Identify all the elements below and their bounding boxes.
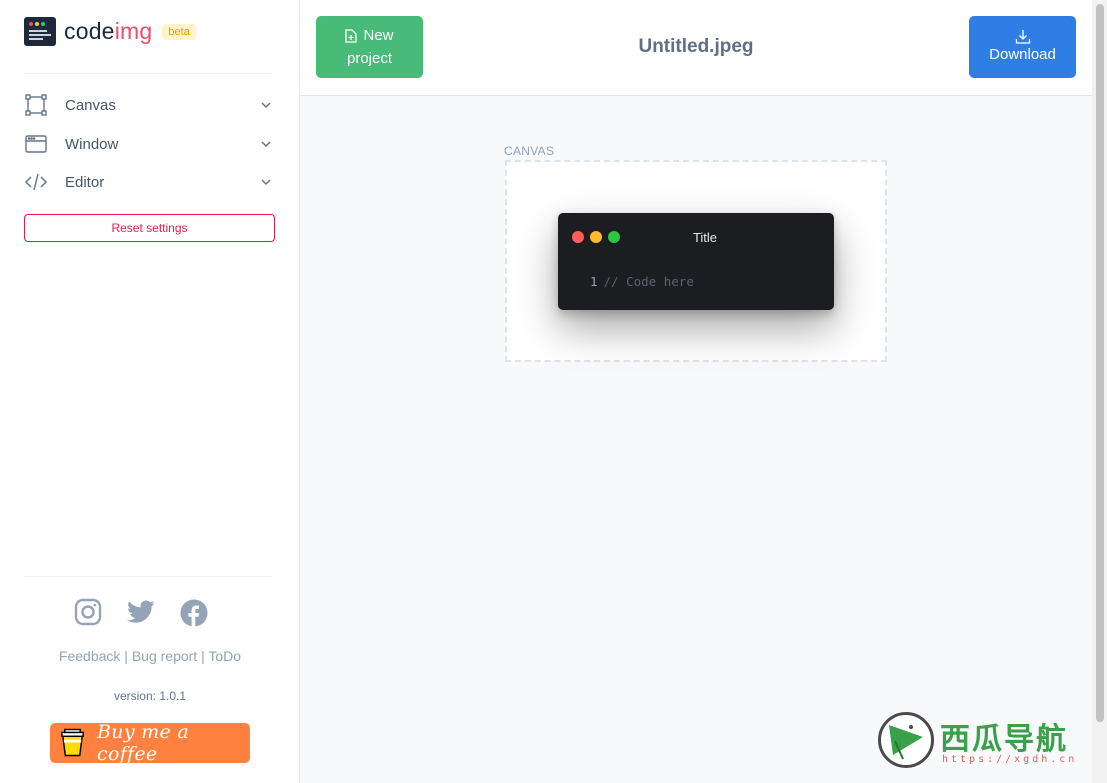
filename-title[interactable]: Untitled.jpeg xyxy=(538,36,854,58)
coffee-label: Buy me a coffee xyxy=(97,721,190,765)
sidebar-divider xyxy=(24,73,272,74)
facebook-icon[interactable] xyxy=(180,598,208,627)
watermark-logo-icon xyxy=(878,712,934,768)
top-toolbar: New project Untitled.jpeg Download xyxy=(300,0,1092,96)
feedback-link[interactable]: Feedback xyxy=(59,648,120,664)
logo-text-main: code xyxy=(64,18,115,44)
code-icon xyxy=(24,170,48,194)
sidebar-item-canvas[interactable]: Canvas xyxy=(24,90,276,120)
watermark-url: https://xgdh.cn xyxy=(942,754,1078,765)
logo-text: codeimg xyxy=(64,18,152,45)
chevron-down-icon xyxy=(261,179,271,186)
window-title[interactable]: Title xyxy=(558,230,852,245)
new-project-button[interactable]: New project xyxy=(316,16,423,78)
bug-report-link[interactable]: Bug report xyxy=(132,648,197,664)
footer-links: Feedback | Bug report | ToDo xyxy=(0,648,300,664)
link-separator: | xyxy=(120,648,132,664)
download-icon xyxy=(1015,30,1030,44)
app-logo[interactable]: codeimg beta xyxy=(24,17,196,46)
scrollbar-thumb[interactable] xyxy=(1096,4,1104,722)
logo-icon xyxy=(24,17,56,46)
sidebar-item-window[interactable]: Window xyxy=(24,129,276,159)
link-separator: | xyxy=(197,648,209,664)
download-label: Download xyxy=(989,46,1056,63)
todo-link[interactable]: ToDo xyxy=(208,648,241,664)
logo-text-accent: img xyxy=(114,18,153,44)
chevron-down-icon xyxy=(261,141,271,148)
window-icon xyxy=(24,132,48,156)
line-number: 1 xyxy=(590,274,598,289)
instagram-icon[interactable] xyxy=(74,598,102,626)
sidebar: codeimg beta Canvas Window Editor Reset … xyxy=(0,0,300,783)
download-button[interactable]: Download xyxy=(969,16,1076,78)
buy-me-a-coffee-button[interactable]: Buy me a coffee xyxy=(50,721,250,765)
chevron-down-icon xyxy=(261,102,271,109)
watermark: 西瓜导航 https://xgdh.cn xyxy=(878,712,1088,772)
beta-badge: beta xyxy=(162,23,196,40)
sidebar-item-label: Window xyxy=(65,135,119,153)
version-text: version: 1.0.1 xyxy=(113,689,187,703)
code-editor[interactable]: 1 // Code here xyxy=(590,274,694,289)
social-links xyxy=(74,598,208,627)
watermark-text: 西瓜导航 xyxy=(940,723,1068,756)
sidebar-item-editor[interactable]: Editor xyxy=(24,167,276,197)
new-file-icon: New xyxy=(345,24,394,47)
sidebar-item-label: Canvas xyxy=(65,96,116,114)
canvas-label: CANVAS xyxy=(504,144,555,158)
new-project-label-2: project xyxy=(346,50,393,67)
sidebar-item-label: Editor xyxy=(65,173,105,191)
code-window[interactable]: Title 1// Code here xyxy=(558,213,834,310)
page-scrollbar[interactable] xyxy=(1092,0,1107,783)
canvas-icon xyxy=(24,93,48,117)
sidebar-footer-divider xyxy=(24,576,272,577)
reset-settings-button[interactable]: Reset settings xyxy=(24,214,275,242)
coffee-cup-icon xyxy=(61,728,84,757)
twitter-icon[interactable] xyxy=(127,598,155,626)
code-text[interactable]: // Code here xyxy=(604,274,694,289)
new-project-label-1: New xyxy=(363,27,394,44)
